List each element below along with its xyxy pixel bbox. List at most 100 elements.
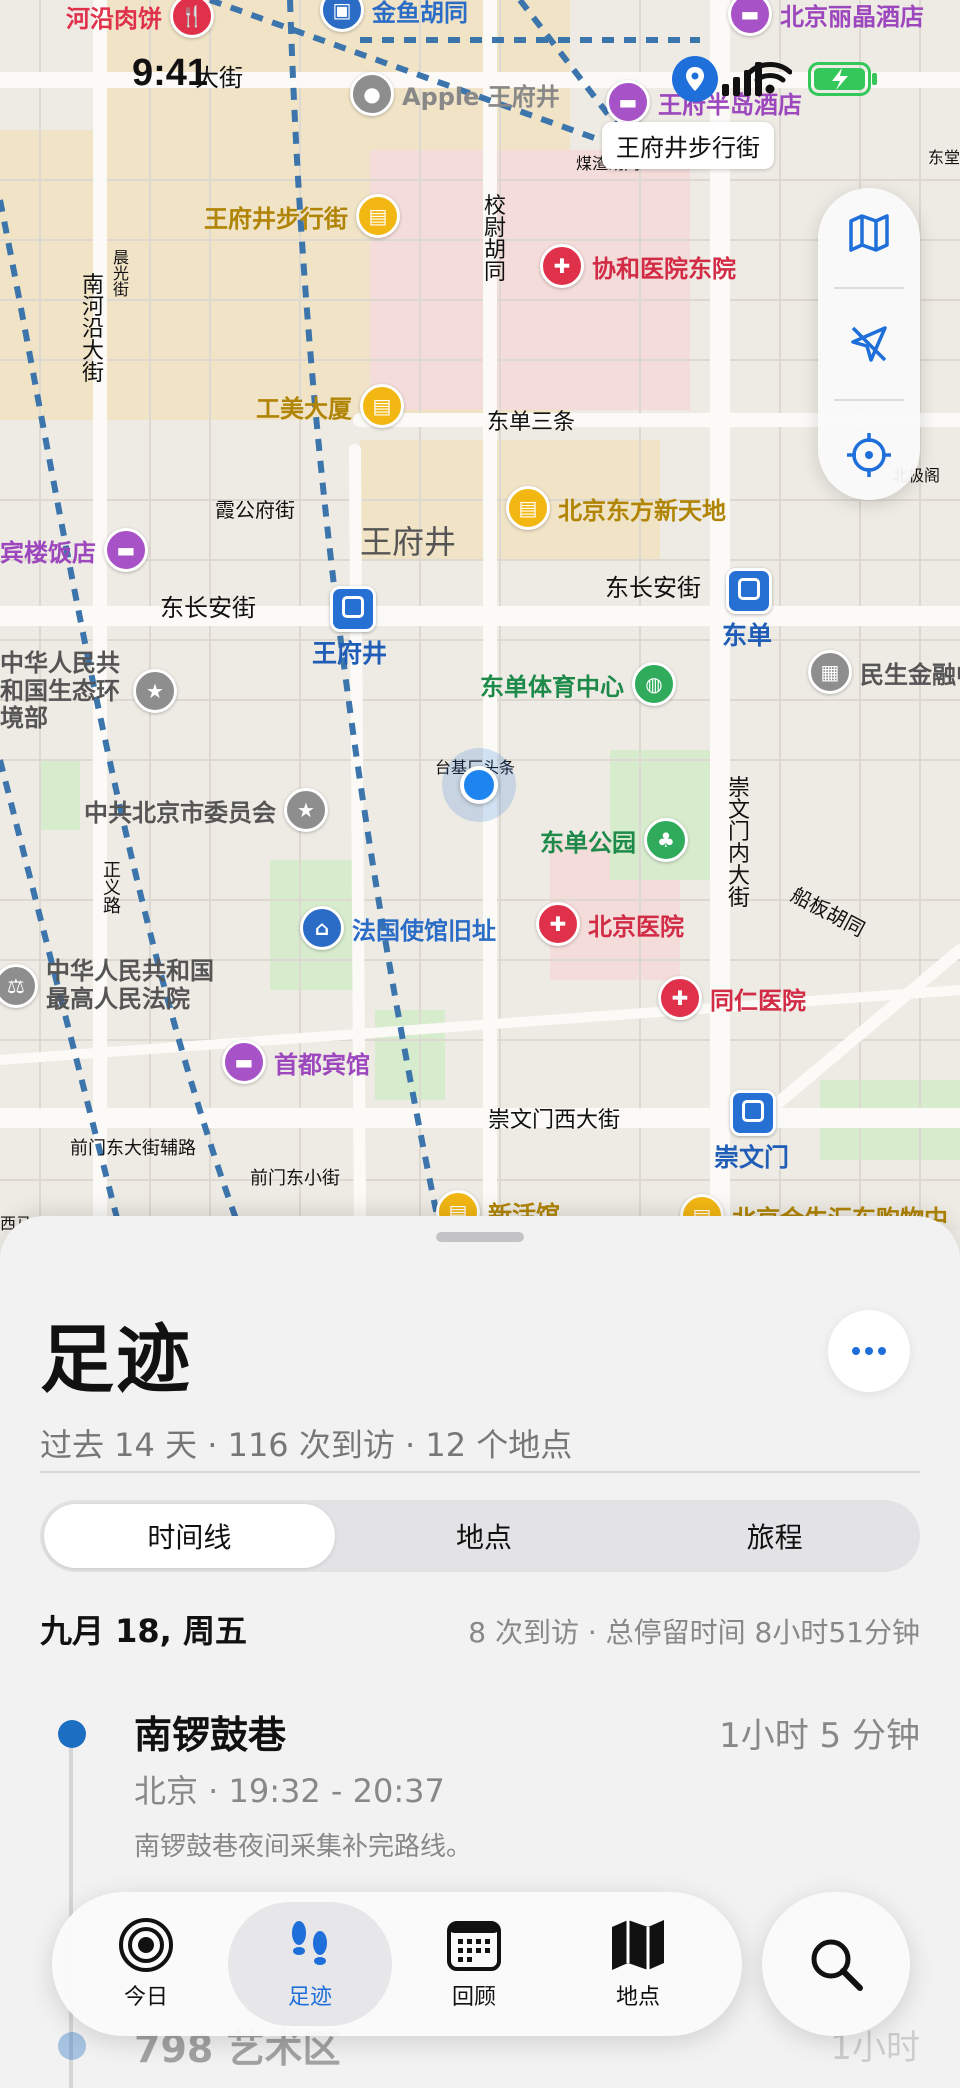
segment-trips[interactable]: 旅程 xyxy=(629,1500,920,1572)
hotel-icon: ▬ xyxy=(222,1040,266,1084)
ellipsis-icon xyxy=(852,1347,886,1355)
tab-label: 今日 xyxy=(123,1985,168,2010)
sheet-title: 足迹 xyxy=(40,1317,192,1403)
footprints-icon xyxy=(292,1921,327,1965)
map-mode-button[interactable] xyxy=(834,198,904,268)
tab-today[interactable]: 今日 xyxy=(64,1902,228,2026)
wifi-icon xyxy=(748,62,792,94)
segment-timeline[interactable]: 时间线 xyxy=(44,1504,335,1568)
day-title: 九月 18, 周五 xyxy=(40,1612,247,1650)
visit-dot xyxy=(58,1720,86,1748)
poi-marker[interactable]: ♣ 东单公园 xyxy=(540,818,688,862)
poi-marker[interactable]: ✚ 协和医院东院 xyxy=(540,244,736,288)
calendar-icon xyxy=(447,1921,501,1971)
street-label: 前门东小街 xyxy=(250,1168,340,1189)
street-label: 东长安街 xyxy=(605,574,701,602)
street-label: 校尉胡同 xyxy=(484,194,507,285)
visit-note: 南锣鼓巷夜间采集补完路线。 xyxy=(134,1832,473,1862)
visit-duration: 1小时 5 分钟 xyxy=(719,1716,920,1756)
view-segmented-control: 时间线 地点 旅程 xyxy=(40,1500,920,1572)
tab-review[interactable]: 回顾 xyxy=(392,1902,556,2026)
street-label: 东堂 xyxy=(928,148,960,167)
street-label: 崇文门西大街 xyxy=(488,1108,621,1133)
poi-marker[interactable]: ▦民生金融中 xyxy=(808,650,960,694)
shopping-bag-icon: ▤ xyxy=(356,194,400,238)
poi-marker[interactable]: ✚ 同仁医院 xyxy=(658,976,806,1020)
poi-marker[interactable]: ⚖ 中华人民共和国最高人民法院 xyxy=(0,957,226,1013)
poi-marker[interactable]: ▬ 宾楼饭店 xyxy=(0,528,148,572)
metro-station-label: 王府井 xyxy=(312,639,388,668)
visit-name: 南锣鼓巷 xyxy=(134,1713,287,1757)
poi-marker[interactable]: ★ 中共北京市委员会 xyxy=(84,788,328,832)
locate-me-button[interactable] xyxy=(834,420,904,490)
visit-item[interactable]: 南锣鼓巷 1小时 5 分钟 北京 · 19:32 - 20:37 南锣鼓巷夜间采… xyxy=(40,1696,920,1862)
crosshair-icon xyxy=(847,433,891,478)
tab-footprints[interactable]: 足迹 xyxy=(228,1902,392,2026)
street-label: 南河沿大街 xyxy=(82,273,105,386)
street-label: 霞公府街 xyxy=(215,498,295,522)
poi-marker[interactable]: ⌂ 法国使馆旧址 xyxy=(300,906,496,950)
landmark-icon: ⌂ xyxy=(300,906,344,950)
poi-marker[interactable]: ▤ 北京东方新天地 xyxy=(506,486,726,530)
more-options-button[interactable] xyxy=(828,1310,910,1392)
metro-station-icon[interactable] xyxy=(726,568,772,614)
metro-station-label: 东单 xyxy=(722,621,773,650)
map-view[interactable]: 大街 东长安街 东长安街 霞公府街 东单三条 校尉胡同 南河沿大街 崇文门西大街… xyxy=(0,0,960,1238)
stadium-icon: ◍ xyxy=(632,662,676,706)
poi-marker[interactable]: ▤ 王府井步行街 xyxy=(204,194,400,238)
tracking-button[interactable] xyxy=(834,309,904,379)
street-label: 正义路 xyxy=(103,860,121,917)
park-icon: ♣ xyxy=(644,818,688,862)
tab-label: 足迹 xyxy=(287,1985,332,2010)
day-header: 九月 18, 周五 8 次到访 · 总停留时间 8小时51分钟 xyxy=(40,1606,920,1652)
sheet-summary: 过去 14 天 · 116 次到访 · 12 个地点 xyxy=(40,1426,573,1464)
metro-station-label: 崇文门 xyxy=(714,1143,790,1172)
status-time: 9:41 xyxy=(132,52,209,94)
area-label: 王府井 xyxy=(360,523,457,561)
battery-charging-icon xyxy=(808,62,877,96)
tab-label: 回顾 xyxy=(451,1985,496,2010)
location-active-icon xyxy=(672,56,718,102)
status-bar: 9:41 xyxy=(0,0,960,130)
map-controls xyxy=(818,188,920,500)
hospital-icon: ✚ xyxy=(540,244,584,288)
building-icon: ▦ xyxy=(808,650,852,694)
map-icon xyxy=(849,214,889,252)
hospital-icon: ✚ xyxy=(536,902,580,946)
divider xyxy=(834,287,904,290)
sheet-grabber[interactable] xyxy=(436,1232,524,1242)
street-label: 东单三条 xyxy=(487,410,576,435)
divider xyxy=(834,398,904,401)
divider xyxy=(40,1471,920,1473)
street-label: 晨光街 xyxy=(113,248,130,299)
tab-bar: 今日 足迹 回顾 地点 xyxy=(52,1892,742,2036)
government-icon: ★ xyxy=(133,669,177,714)
poi-marker[interactable]: ✚ 北京医院 xyxy=(536,902,684,946)
segment-places[interactable]: 地点 xyxy=(339,1500,630,1572)
government-icon: ★ xyxy=(284,788,328,832)
court-icon: ⚖ xyxy=(0,963,38,1008)
poi-marker[interactable]: ▤ 工美大厦 xyxy=(256,384,404,428)
metro-station-icon[interactable] xyxy=(730,1090,776,1136)
location-arrow-icon xyxy=(851,326,887,362)
day-summary: 8 次到访 · 总停留时间 8小时51分钟 xyxy=(468,1616,920,1649)
street-label: 崇文门内大街 xyxy=(728,776,751,911)
visit-meta: 北京 · 19:32 - 20:37 xyxy=(134,1772,445,1810)
shopping-bag-icon: ▤ xyxy=(506,486,550,530)
poi-marker[interactable]: ★ 中华人民共和国生态环境部 xyxy=(0,649,177,733)
street-label: 前门东大街辅路 xyxy=(70,1138,196,1159)
poi-marker[interactable]: ◍ 东单体育中心 xyxy=(480,662,676,706)
shopping-bag-icon: ▤ xyxy=(360,384,404,428)
hospital-icon: ✚ xyxy=(658,976,702,1020)
search-button[interactable] xyxy=(762,1892,910,2036)
tab-label: 地点 xyxy=(615,1985,660,2010)
visit-dot xyxy=(58,2032,86,2060)
user-location-marker xyxy=(436,748,536,824)
street-label: 东长安街 xyxy=(160,594,256,622)
tab-places[interactable]: 地点 xyxy=(556,1902,720,2026)
metro-station-icon[interactable] xyxy=(330,586,376,632)
search-icon xyxy=(811,1939,863,1991)
poi-marker[interactable]: ▬ 首都宾馆 xyxy=(222,1040,370,1084)
hotel-icon: ▬ xyxy=(104,528,148,572)
target-icon xyxy=(119,1918,173,1972)
